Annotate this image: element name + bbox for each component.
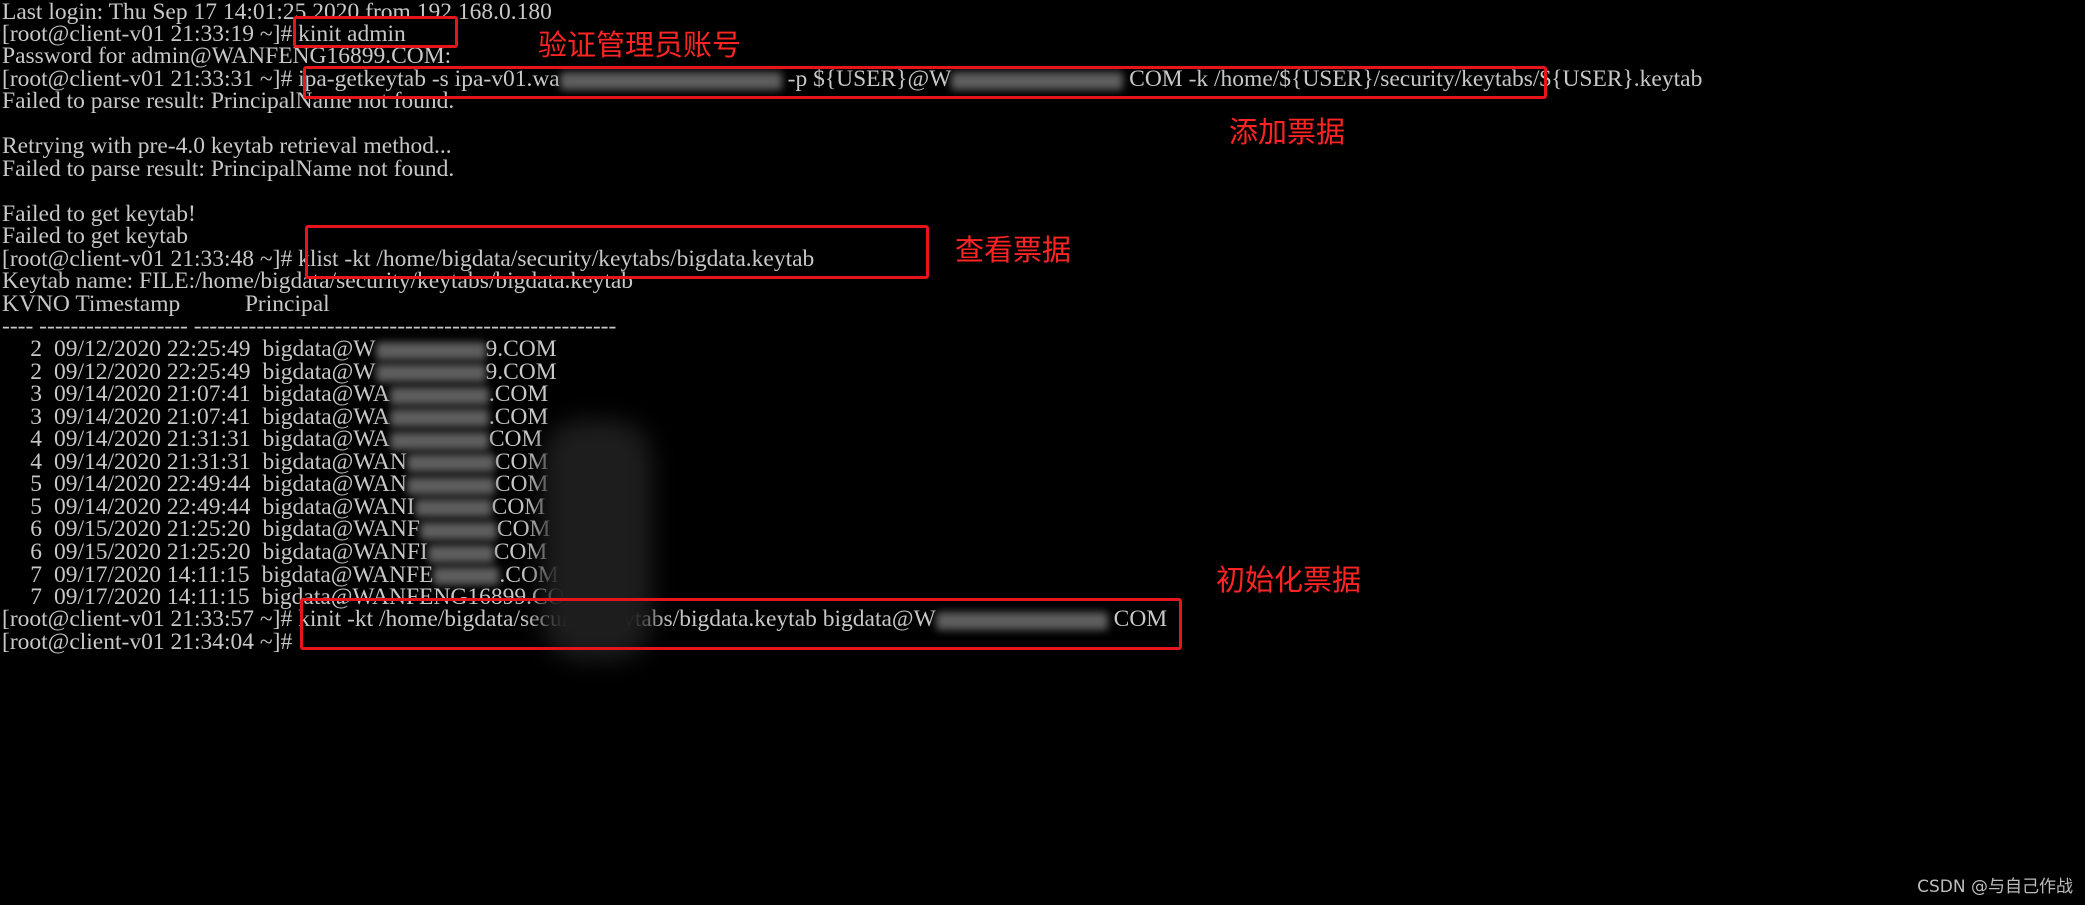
terminal-line: Failed to parse result: PrincipalName no… [2,156,455,182]
terminal-window[interactable]: Last login: Thu Sep 17 14:01:25 2020 fro… [2,0,2085,905]
annotation-verify-admin: 验证管理员账号 [538,28,742,62]
annotation-view-ticket: 查看票据 [955,233,1072,267]
terminal-line: [root@client-v01 21:34:04 ~]# [2,629,293,655]
highlight-box-kinit-admin [293,16,458,48]
highlight-box-klist [305,225,929,279]
highlight-box-getkeytab [303,66,1547,99]
annotation-add-ticket: 添加票据 [1229,115,1346,149]
annotation-init-ticket: 初始化票据 [1216,563,1362,597]
highlight-box-kinit-kt [300,598,1182,650]
csdn-watermark: CSDN @与自己作战 [1917,877,2073,897]
